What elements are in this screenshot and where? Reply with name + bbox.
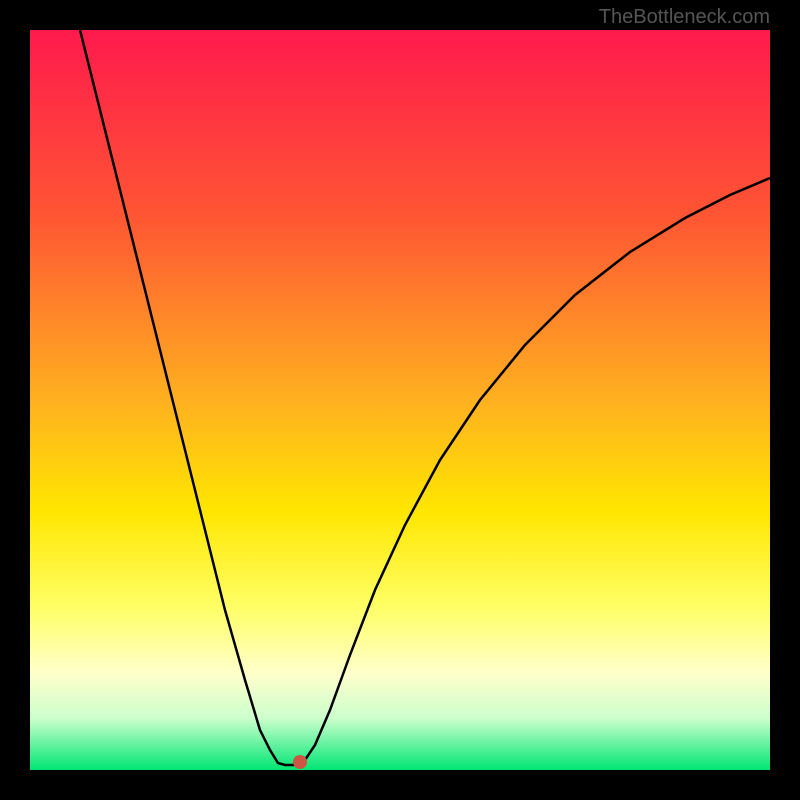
watermark-text: TheBottleneck.com xyxy=(599,6,770,29)
chart-svg xyxy=(30,30,770,770)
bottleneck-marker xyxy=(293,755,307,769)
chart-container xyxy=(30,30,770,770)
chart-background xyxy=(30,30,770,770)
